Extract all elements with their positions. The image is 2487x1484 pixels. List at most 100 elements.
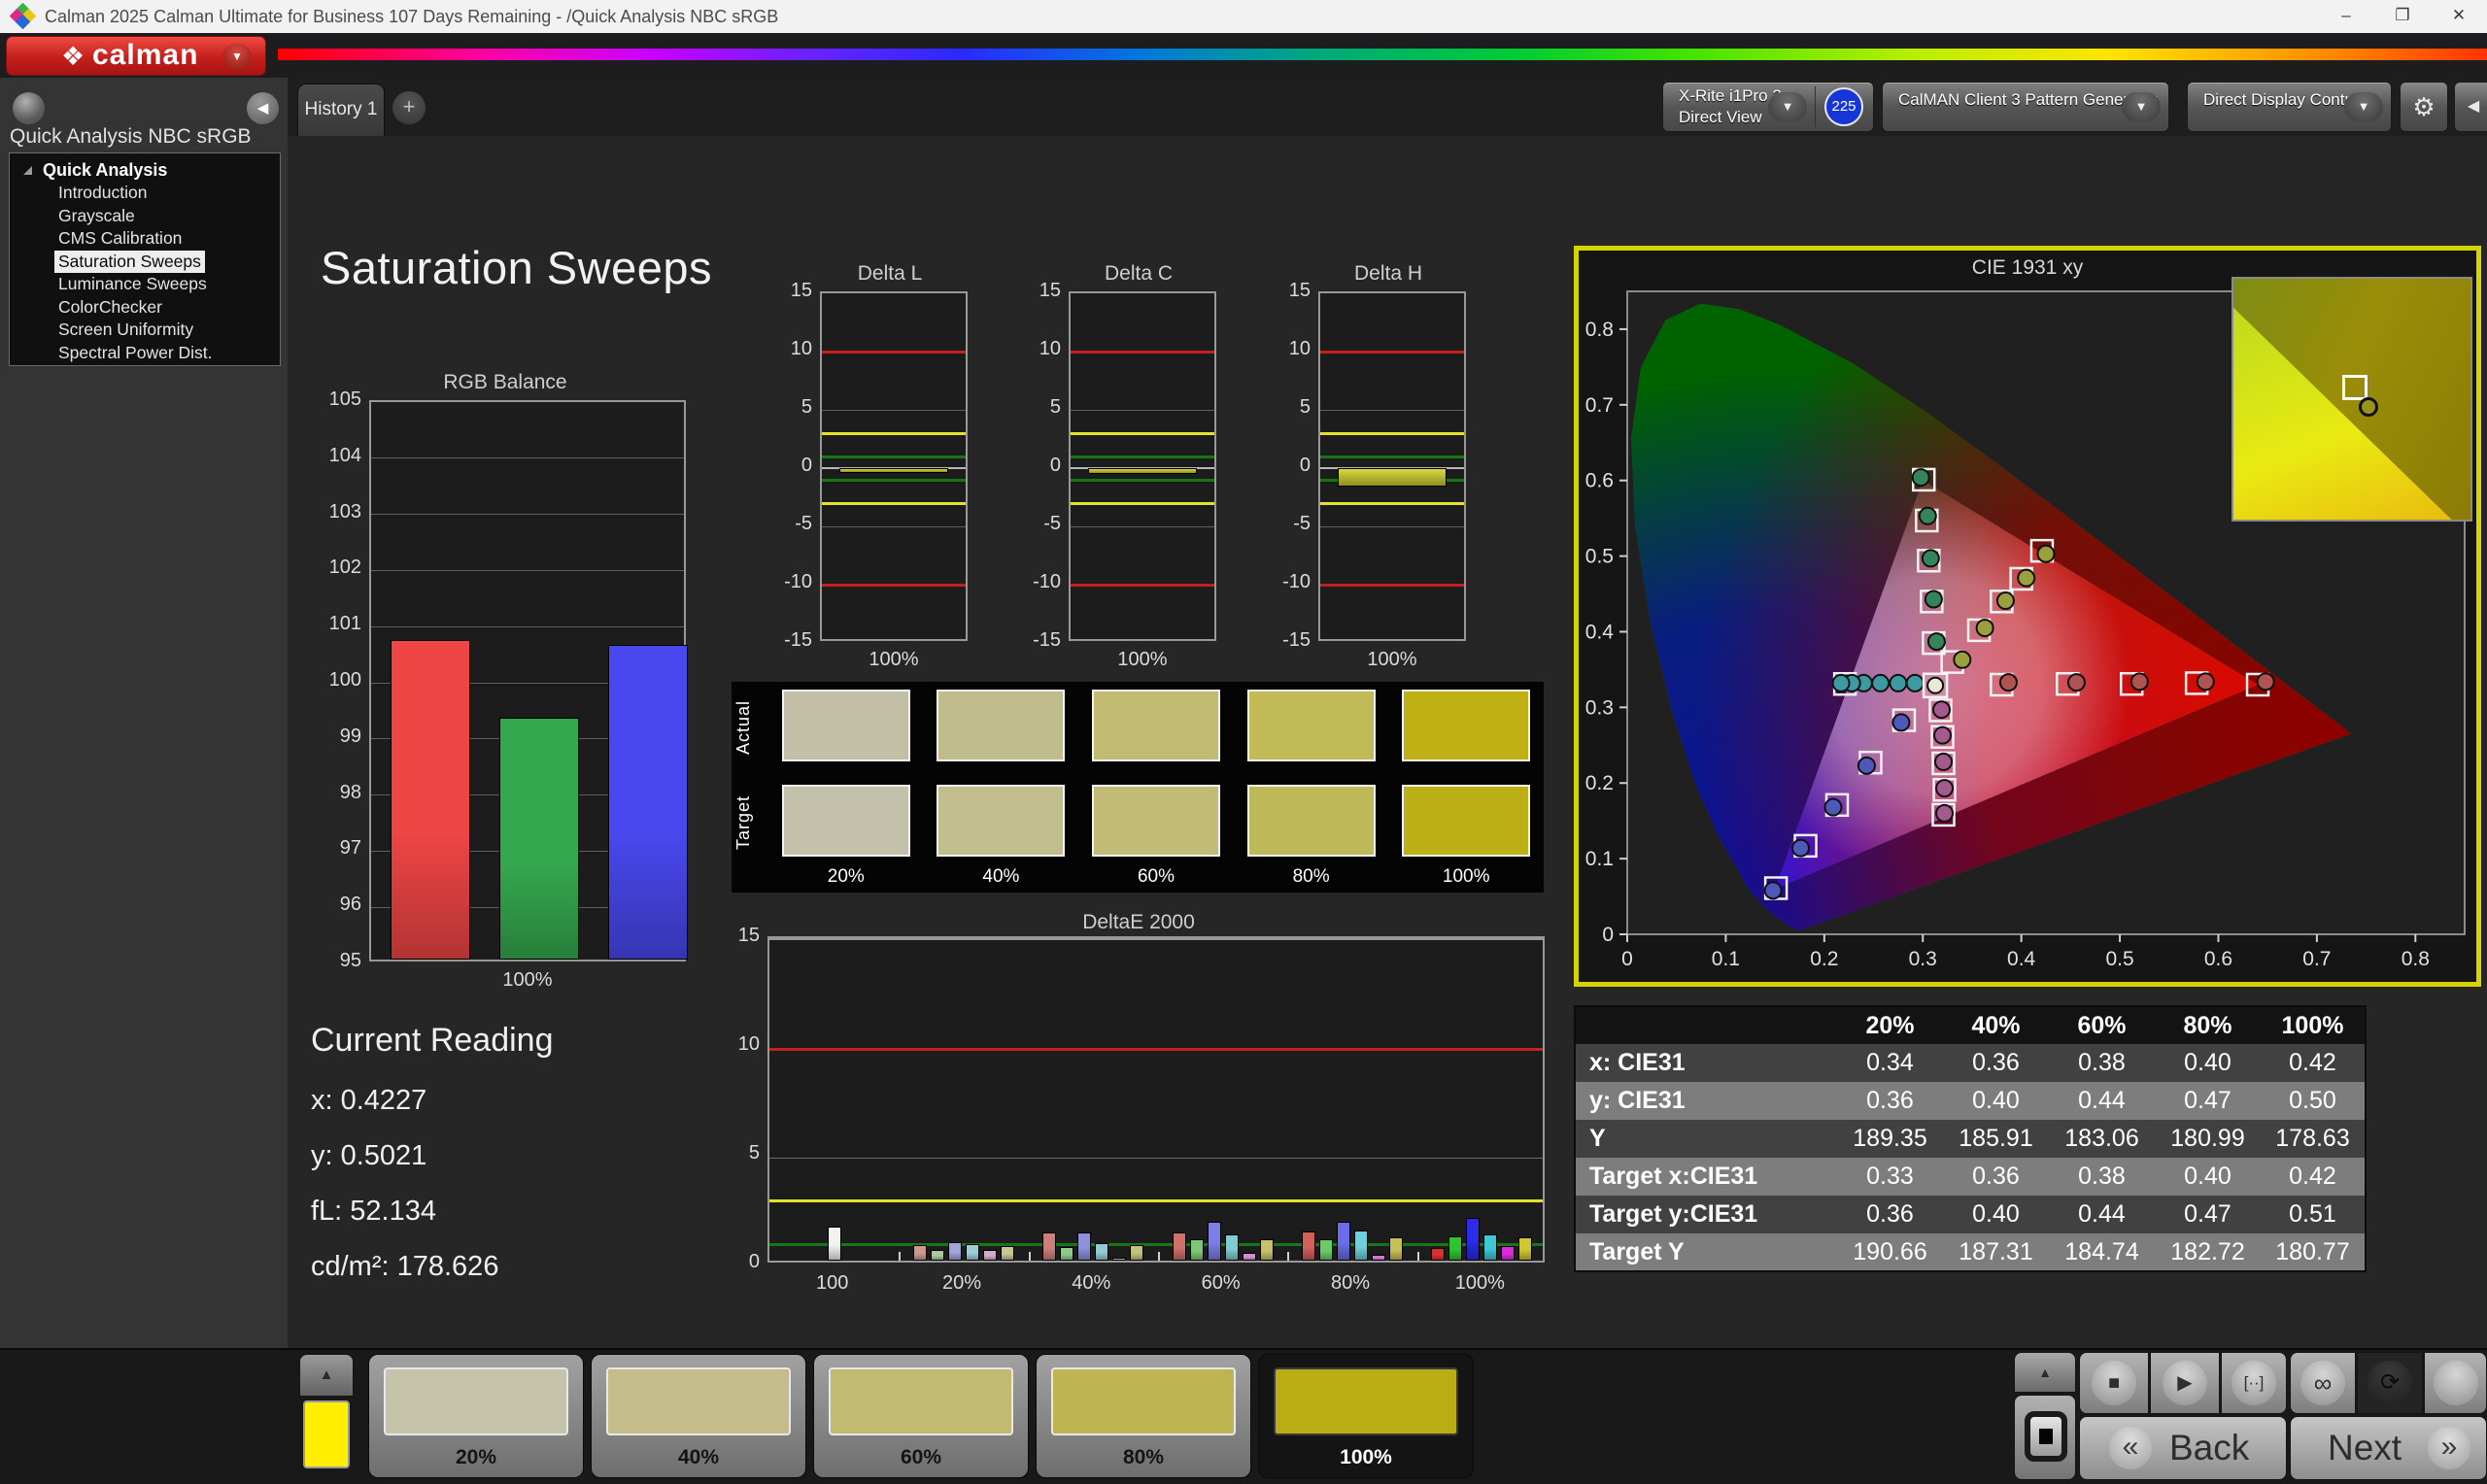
measured-red	[2196, 672, 2215, 691]
sidebar-item-cms-calibration[interactable]: CMS Calibration	[54, 227, 186, 251]
deltae-bar	[983, 1249, 997, 1261]
sidebar-item-colorchecker[interactable]: ColorChecker	[54, 296, 166, 320]
limit-line	[769, 1243, 1543, 1247]
collapse-panel-icon[interactable]: ◀	[2454, 82, 2487, 132]
infinity-icon: ∞	[2300, 1361, 2345, 1405]
limit-line	[1071, 350, 1214, 354]
deltae-bar	[931, 1249, 944, 1261]
current-reading-title: Current Reading	[311, 1022, 554, 1059]
continuous-measure-button[interactable]: ∞	[2290, 1352, 2356, 1414]
y-tick-label: -15	[1033, 629, 1061, 651]
pattern-level-label: 40%	[677, 1446, 720, 1468]
calman-logo-text: calman	[92, 39, 199, 71]
exposure-badge[interactable]: 225	[1824, 87, 1863, 126]
current-reading: Current Reading x: 0.4227 y: 0.5021 fL: …	[311, 1022, 553, 1306]
add-tab-button[interactable]: +	[392, 91, 426, 124]
swatch-col-label: 60%	[1137, 866, 1175, 887]
pattern-up-arrow-icon[interactable]: ▲	[2014, 1352, 2076, 1393]
white-point-measured	[1926, 676, 1945, 694]
y-tick-label: 96	[339, 894, 361, 916]
pattern-window-button[interactable]	[2014, 1395, 2076, 1480]
sidebar-item-saturation-sweeps[interactable]: Saturation Sweeps	[54, 250, 205, 273]
minimize-icon[interactable]: –	[2318, 0, 2374, 33]
tab-history-1[interactable]: History 1	[297, 84, 385, 136]
maximize-icon[interactable]: ❐	[2374, 0, 2431, 33]
pattern-level-button-60%[interactable]: 60%	[813, 1354, 1029, 1478]
y-tick-label: 0	[801, 455, 812, 476]
measured-magenta	[1933, 725, 1953, 745]
deltae-bar	[1501, 1246, 1516, 1261]
row-label: Y	[1575, 1120, 1837, 1158]
tree-root-quick-analysis[interactable]: Quick Analysis	[10, 158, 280, 182]
y-tick-label: -5	[1043, 513, 1061, 534]
pattern-level-button-40%[interactable]: 40%	[591, 1354, 806, 1478]
sidebar-item-spectral-power-dist-[interactable]: Spectral Power Dist.	[54, 342, 217, 365]
sidebar-item-luminance-sweeps[interactable]: Luminance Sweeps	[54, 273, 211, 296]
sidebar-item-screen-uniformity[interactable]: Screen Uniformity	[54, 319, 197, 342]
gridline	[371, 569, 684, 571]
page-title: Saturation Sweeps	[321, 242, 713, 293]
deltae-bar	[1448, 1236, 1463, 1261]
next-button[interactable]: Next »	[2290, 1416, 2487, 1480]
delta_l-plot	[820, 291, 968, 641]
y-tick-label: 0.4	[1585, 621, 1615, 643]
play-button[interactable]: ▶	[2150, 1352, 2220, 1414]
limit-line	[1320, 455, 1464, 458]
chevron-down-icon[interactable]: ▼	[222, 44, 252, 70]
pattern-generator-selector[interactable]: CalMAN Client 3 Pattern Generator ▼	[1882, 82, 2169, 132]
display-control-status-stripe	[2191, 85, 2197, 128]
back-button[interactable]: « Back	[2079, 1416, 2287, 1480]
gridline	[1071, 409, 1214, 411]
actual-swatch-60%	[1092, 690, 1220, 761]
rgb-balance-title: RGB Balance	[443, 371, 567, 393]
inset-measured-marker	[2359, 396, 2379, 417]
record-icon	[2433, 1361, 2478, 1405]
display-control-selector[interactable]: Direct Display Control ▼	[2187, 82, 2392, 132]
x-tick	[899, 1252, 902, 1261]
measured-yellow	[2036, 544, 2056, 563]
x-tick-label: 100%	[1367, 649, 1417, 670]
actual-swatch-20%	[781, 690, 910, 761]
limit-line	[822, 350, 966, 354]
refresh-button[interactable]: ⟳	[2357, 1352, 2423, 1414]
limit-line	[1320, 350, 1464, 354]
actual-swatch-100%	[1402, 690, 1531, 761]
table-cell: 0.38	[2049, 1158, 2155, 1196]
sidebar-collapse-icon[interactable]: ◀	[247, 92, 279, 124]
sidebar-item-grayscale[interactable]: Grayscale	[54, 205, 139, 228]
target-swatch-60%	[1092, 785, 1220, 857]
calman-menu-button[interactable]: ❖ calman ▼	[6, 36, 266, 76]
expander-icon[interactable]	[23, 166, 32, 175]
delta-bar	[1337, 468, 1448, 488]
pattern-level-button-20%[interactable]: 20%	[368, 1354, 584, 1478]
chevron-down-icon[interactable]: ▼	[1768, 92, 1807, 121]
table-cell: 0.33	[1837, 1158, 1943, 1196]
measured-cyan	[1871, 673, 1891, 692]
single-measure-button[interactable]: [··]	[2221, 1352, 2287, 1414]
y-tick-label: 10	[1288, 338, 1311, 359]
meter-selector[interactable]: X-Rite i1Pro 2 Direct View ▼ 225	[1662, 82, 1874, 132]
record-button[interactable]	[2424, 1352, 2487, 1414]
measured-cyan	[1889, 673, 1908, 692]
close-icon[interactable]: ✕	[2431, 0, 2487, 33]
pattern-level-button-100%[interactable]: 100%	[1258, 1354, 1474, 1478]
stop-icon: ■	[2092, 1361, 2136, 1405]
pattern-level-button-80%[interactable]: 80%	[1036, 1354, 1251, 1478]
cie-1931-chart-panel[interactable]: CIE 1931 xy 0 0.1 0.2 0.3 0.4 0.5 0.6 0.7 0.8 0 0.…	[1574, 246, 2481, 987]
table-cell: 190.66	[1837, 1233, 1943, 1271]
table-row: Y 189.35 185.91 183.06 180.99 178.63	[1575, 1120, 2366, 1158]
patch-up-arrow-icon[interactable]: ▲	[299, 1354, 354, 1397]
y-tick-label: -15	[1282, 629, 1311, 651]
pattern-level-swatch	[1274, 1367, 1458, 1435]
brand-bar: ❖ calman ▼	[0, 33, 2487, 78]
current-patch-swatch[interactable]	[303, 1400, 350, 1468]
workflow-radio-icon[interactable]	[13, 92, 45, 124]
chevron-down-icon[interactable]: ▼	[2344, 92, 2383, 121]
pattern-level-swatch	[829, 1367, 1013, 1435]
workflow-tree: Quick Analysis Introduction Grayscale CMS …	[9, 152, 281, 366]
chevron-down-icon[interactable]: ▼	[2122, 92, 2161, 121]
stop-button[interactable]: ■	[2079, 1352, 2149, 1414]
delta_c-plot	[1069, 291, 1216, 641]
sidebar-item-introduction[interactable]: Introduction	[54, 182, 151, 205]
gear-icon[interactable]: ⚙	[2400, 82, 2448, 132]
